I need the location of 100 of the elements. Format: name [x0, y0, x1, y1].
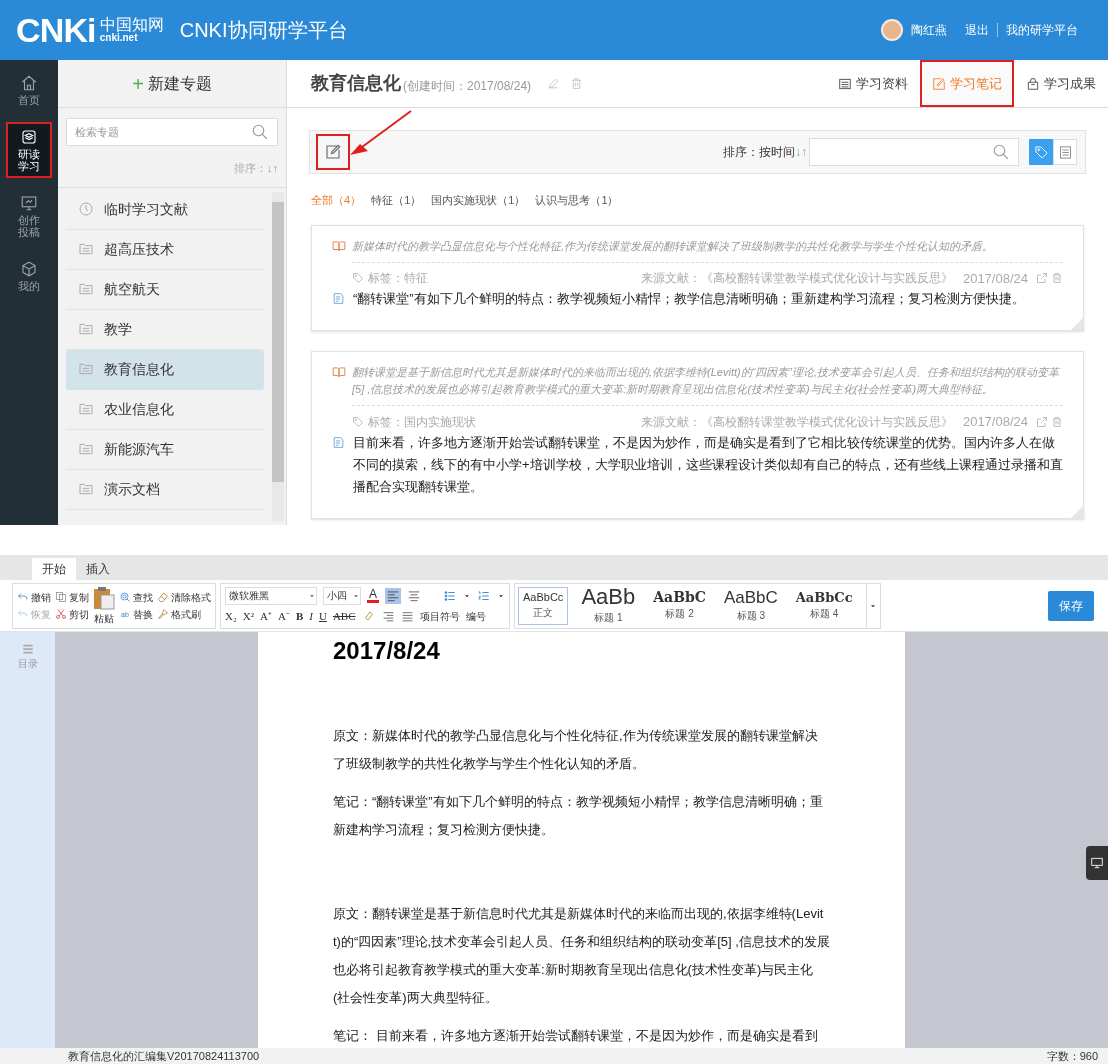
grow-button[interactable]: A⁺ — [260, 607, 272, 625]
clipboard-icon — [92, 585, 116, 611]
search-field[interactable] — [809, 138, 1019, 166]
underline-button[interactable]: U — [318, 607, 327, 625]
undo-button[interactable]: 撤销 — [17, 589, 51, 605]
style-preset[interactable]: AaBbC 标题 3 — [718, 586, 783, 625]
nav-item[interactable]: 研读学习 — [6, 122, 52, 178]
quote-paragraph: 原文：翻转课堂是基于新信息时代尤其是新媒体时代的来临而出现的,依据李维特(Levitt)的“四因素”理论,技术变革会引起人员、任务和组织结构的联动变革[5] ,信息技术的发展也必将引起教育教学模式的重大变革:新时期教育呈现出信息化(技术性变革)与民主化(社会性变革)两大典型特征。 — [333, 905, 830, 1007]
view-button[interactable] — [1053, 139, 1077, 165]
filter-link[interactable]: 国内实施现状（1） — [431, 192, 526, 209]
tag-label: 标签：国内实施现状 — [368, 413, 476, 431]
header-link[interactable]: 退出 — [965, 21, 989, 39]
tab[interactable]: 学习成果 — [1014, 60, 1108, 107]
topic-item[interactable]: 新能源汽车 — [66, 429, 264, 470]
tab[interactable]: 学习资料 — [826, 60, 920, 107]
ribbon-tab[interactable]: 插入 — [76, 558, 120, 580]
nav-item[interactable]: 我的 — [6, 254, 52, 298]
new-topic-button[interactable]: + 新建专题 — [132, 71, 212, 96]
numbered-list-icon — [477, 588, 491, 603]
tag-icon — [352, 272, 364, 285]
font-color-button[interactable]: A — [367, 588, 379, 604]
list-icon — [1057, 144, 1073, 160]
folder-icon — [78, 241, 94, 257]
list-button[interactable]: 项目符号 — [419, 608, 460, 624]
nav-item[interactable]: 首页 — [6, 68, 52, 112]
scrollbar[interactable] — [272, 191, 284, 521]
book-icon — [332, 238, 346, 253]
filter-link[interactable]: 认识与思考（1） — [535, 192, 619, 209]
edit-note-icon — [324, 143, 342, 161]
undo-icon — [17, 591, 29, 603]
nav-item[interactable]: 创作投稿 — [6, 188, 52, 244]
cut-button[interactable]: 剪切 — [55, 606, 89, 622]
view-button[interactable] — [1029, 139, 1053, 165]
home-icon — [20, 74, 38, 92]
box-icon — [1026, 76, 1040, 91]
save-button[interactable]: 保存 — [1048, 590, 1094, 621]
search-field[interactable]: 检索专题 — [66, 118, 278, 146]
copy-icon — [55, 591, 67, 603]
size-dropdown[interactable]: 小四 — [323, 586, 361, 605]
clock-icon — [78, 201, 94, 217]
user-avatar[interactable] — [881, 19, 903, 41]
sup-button[interactable]: X² — [242, 607, 255, 625]
clear-button[interactable]: 清除格式 — [157, 589, 211, 605]
trash-icon — [1051, 272, 1063, 285]
book-icon — [332, 365, 346, 379]
align-left-icon — [386, 588, 400, 603]
list-button[interactable]: 编号 — [465, 608, 486, 624]
style-preset[interactable]: AaBbCc 正文 — [518, 586, 569, 625]
search-icon — [251, 123, 269, 141]
style-preset[interactable]: AaBbC 标题 2 — [648, 586, 711, 625]
share-icon — [1036, 272, 1048, 285]
side-button[interactable] — [1086, 846, 1108, 880]
file-name: 教育信息化的汇编集V20170824113700 — [68, 1048, 260, 1064]
strike-button[interactable]: ABC — [332, 607, 356, 625]
folder-icon — [78, 441, 94, 457]
created-date: (创建时间：2017/08/24) — [403, 77, 532, 95]
topic-item[interactable]: 航空航天 — [66, 269, 264, 310]
paste-button[interactable]: 粘贴 — [92, 585, 116, 626]
word-count: 字数：960 — [1046, 1048, 1098, 1064]
logo-text: 中国知网 — [99, 17, 164, 33]
justify-icon — [400, 609, 414, 623]
sort-label: 排序：按时间 — [723, 144, 795, 161]
app-title: CNKI协同研学平台 — [179, 18, 348, 43]
sort-label: 排序： — [234, 161, 267, 176]
layers-icon — [20, 128, 38, 146]
compose-button[interactable] — [316, 134, 350, 170]
style-preset[interactable]: AaBb 标题 1 — [576, 586, 641, 625]
folder-icon — [78, 481, 94, 497]
topic-item[interactable]: 农业信息化 — [66, 389, 264, 430]
cube-icon — [20, 260, 38, 278]
trash-icon — [570, 77, 584, 90]
find-button[interactable]: 查找 — [119, 589, 153, 605]
ribbon-tab[interactable]: 开始 — [32, 558, 76, 580]
pencil-icon — [547, 77, 561, 90]
brush-button[interactable]: 格式刷 — [157, 606, 211, 622]
tag-label: 标签：特征 — [368, 270, 428, 288]
share-icon — [1036, 415, 1048, 428]
monitor-icon — [20, 194, 38, 212]
italic-button[interactable]: I — [309, 607, 313, 625]
shrink-button[interactable]: A⁻ — [278, 607, 290, 625]
brush-icon — [157, 608, 169, 620]
style-preset[interactable]: AaBbCc 标题 4 — [790, 586, 858, 625]
note-paragraph: 笔记：“翻转课堂”有如下几个鲜明的特点：教学视频短小精悍；教学信息清晰明确；重新建构学习流程；复习检测方便快捷。 — [333, 793, 824, 839]
align-right-icon — [381, 609, 395, 623]
copy-button[interactable]: 复制 — [55, 589, 89, 605]
topic-item[interactable]: 临时学习文献 — [66, 189, 264, 230]
topic-item[interactable]: 教育信息化 — [66, 349, 264, 390]
font-dropdown[interactable]: 微软雅黑 — [225, 586, 317, 605]
note-date: 2017/08/24 — [962, 269, 1028, 288]
trash-icon — [1051, 415, 1063, 428]
topic-item[interactable]: 教学 — [66, 309, 264, 350]
topic-item[interactable]: 超高压技术 — [66, 229, 264, 270]
search-input[interactable]: 检索专题 — [75, 123, 251, 141]
sub-button[interactable]: X₂ — [225, 607, 237, 625]
logo-subtext: cnki.net — [99, 33, 139, 43]
header-link[interactable]: 我的研学平台 — [1006, 21, 1078, 39]
eraser-icon — [157, 591, 169, 603]
filter-link[interactable]: 特征（1） — [371, 192, 422, 209]
bold-button[interactable]: B — [295, 607, 304, 625]
topic-item[interactable]: 演示文档 — [66, 469, 264, 510]
